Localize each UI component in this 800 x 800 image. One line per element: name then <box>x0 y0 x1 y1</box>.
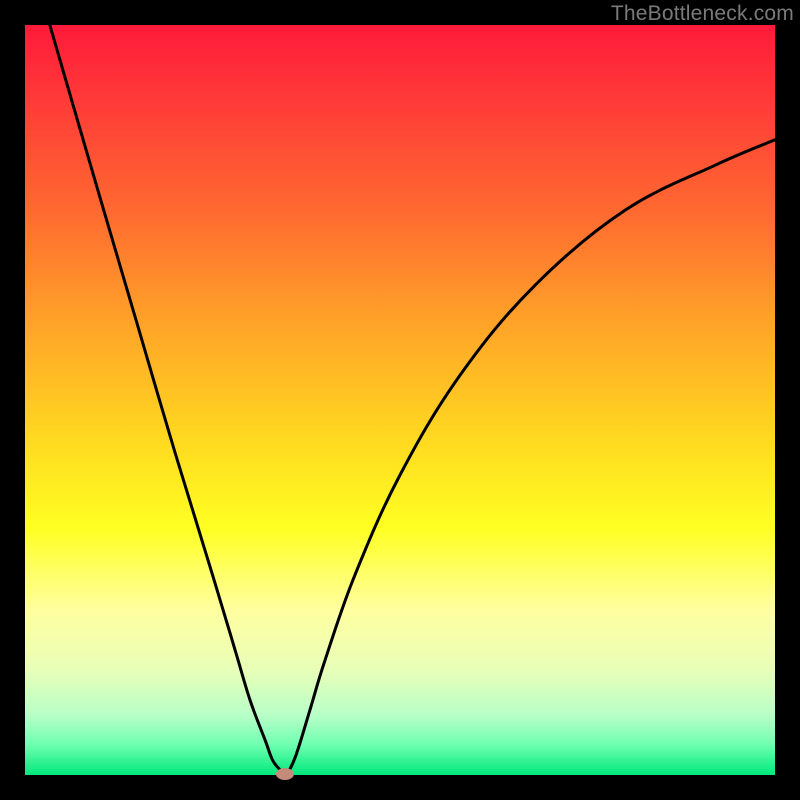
bottleneck-curve <box>25 25 775 775</box>
watermark-text: TheBottleneck.com <box>611 2 794 26</box>
minimum-marker <box>276 768 294 780</box>
plot-frame <box>25 25 775 775</box>
